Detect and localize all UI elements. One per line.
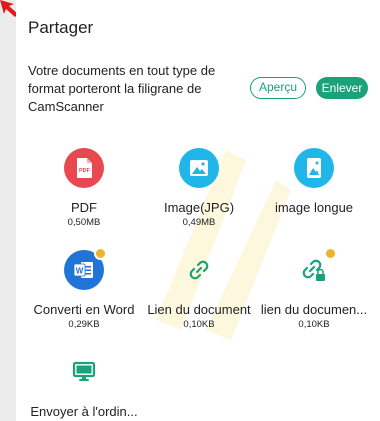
- option-label: Converti en Word: [33, 302, 135, 317]
- option-label: Envoyer à l'ordin...: [30, 404, 138, 419]
- premium-badge-icon: [324, 247, 337, 260]
- option-label: PDF: [71, 200, 97, 215]
- link-icon: [189, 260, 209, 280]
- option-label: Lien du document: [147, 302, 251, 317]
- svg-text:W: W: [76, 267, 84, 276]
- share-option-word[interactable]: W Converti en Word 0,29KB: [24, 247, 144, 330]
- remove-watermark-button[interactable]: Enlever: [316, 77, 368, 99]
- pdf-icon: PDF: [77, 158, 92, 178]
- option-size: 0,10KB: [298, 319, 330, 330]
- option-label: Image(JPG): [163, 200, 235, 215]
- share-option-secure-link[interactable]: lien du documen... 0,10KB: [254, 247, 374, 330]
- sheet-title: Partager: [28, 18, 94, 37]
- option-size: 0,49MB: [182, 217, 216, 228]
- share-option-send-to-computer[interactable]: Envoyer à l'ordin...: [24, 352, 144, 419]
- svg-text:PDF: PDF: [79, 168, 91, 174]
- computer-icon: [72, 361, 96, 381]
- share-option-document-link[interactable]: Lien du document 0,10KB: [139, 250, 259, 330]
- option-size: 0,10KB: [183, 319, 215, 330]
- share-option-pdf[interactable]: PDF PDF 0,50MB: [24, 148, 144, 228]
- option-label: lien du documen...: [260, 302, 368, 317]
- option-label: image longue: [274, 200, 354, 215]
- share-sheet: Partager Votre documents en tout type de…: [16, 0, 380, 421]
- image-icon: [190, 160, 208, 176]
- share-option-image-jpg[interactable]: Image(JPG) 0,49MB: [139, 148, 259, 228]
- option-size: 0,29KB: [68, 319, 100, 330]
- share-option-long-image[interactable]: image longue: [254, 148, 374, 217]
- watermark-notice: Votre documents en tout type de format p…: [28, 63, 216, 114]
- preview-button[interactable]: Aperçu: [250, 77, 306, 99]
- word-icon: W: [73, 262, 93, 278]
- long-image-icon: [307, 158, 321, 178]
- option-size: 0,50MB: [67, 217, 101, 228]
- premium-badge-icon: [94, 247, 107, 260]
- secure-link-icon: [302, 259, 325, 281]
